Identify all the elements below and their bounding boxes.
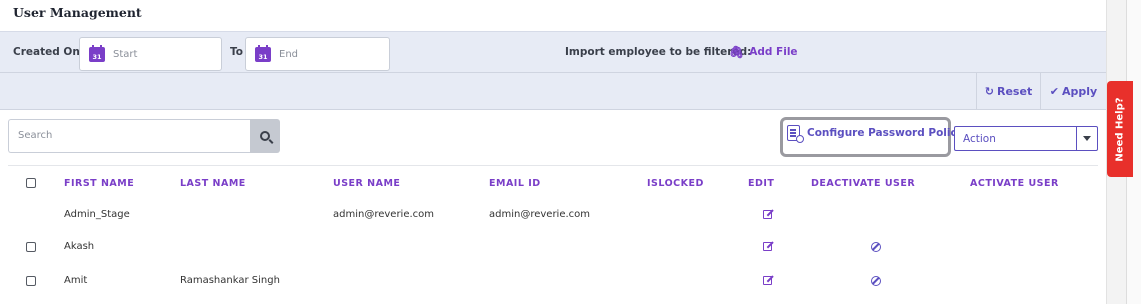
cell-last-name: Ramashankar Singh [180,275,280,286]
filter-divider [0,72,1106,73]
ban-icon[interactable] [871,276,881,286]
import-employee-label: Import employee to be filtered: [565,46,752,58]
header-first-name[interactable]: FIRST NAME [64,178,134,189]
header-activate-user: ACTIVATE USER [970,178,1059,189]
paperclip-icon: 🖇 [729,45,745,59]
end-date-field[interactable]: 31 End [245,37,390,71]
apply-button[interactable]: ✔ Apply [1040,73,1106,110]
document-settings-icon [787,125,804,143]
chevron-down-icon[interactable] [1076,127,1097,150]
search-input[interactable]: Search [8,119,250,153]
add-file-label: Add File [749,46,798,58]
calendar-icon: 31 [89,44,105,62]
action-dropdown-value: Action [963,133,996,145]
user-management-page: User Management Created On: 31 Start To … [0,0,1141,304]
add-file-link[interactable]: 🖇 Add File [729,45,798,59]
refresh-icon: ↻ [984,85,994,98]
row-checkbox[interactable] [26,242,36,252]
reset-label: Reset [997,85,1033,98]
start-date-placeholder: Start [113,48,138,60]
start-date-field[interactable]: 31 Start [79,37,222,71]
header-email-id[interactable]: EMAIL ID [489,178,541,189]
header-islocked[interactable]: ISLOCKED [647,178,704,189]
page-title: User Management [13,5,142,20]
header-user-name[interactable]: USER NAME [333,178,400,189]
search-icon [260,131,270,141]
header-deactivate-user: DEACTIVATE USER [811,178,916,189]
end-date-placeholder: End [279,48,299,60]
edit-icon[interactable] [763,242,772,251]
select-all-checkbox[interactable] [26,178,36,188]
search-button[interactable] [250,119,280,153]
cell-first-name: Amit [64,275,88,286]
cell-first-name: Admin_Stage [64,209,130,220]
configure-password-policy-button[interactable]: Configure Password Policy [787,125,964,143]
edit-icon[interactable] [763,276,772,285]
need-help-tab[interactable]: Need Help? [1107,81,1133,177]
edit-icon[interactable] [763,210,772,219]
calendar-day: 31 [92,52,102,61]
ban-icon[interactable] [871,242,881,252]
header-edit: EDIT [748,178,775,189]
calendar-icon: 31 [255,44,271,62]
check-circle-icon: ✔ [1049,85,1059,98]
to-label: To [230,46,243,58]
action-dropdown[interactable]: Action [954,126,1098,151]
cell-first-name: Akash [64,241,95,252]
row-checkbox[interactable] [26,276,36,286]
reset-button[interactable]: ↻ Reset [976,73,1040,110]
table-top-border [8,165,1098,166]
cell-email: admin@reverie.com [489,209,591,220]
filter-panel: Created On: 31 Start To 31 End Import em… [0,31,1106,110]
apply-label: Apply [1062,85,1098,98]
configure-password-policy-label: Configure Password Policy [807,127,964,139]
created-on-label: Created On: [13,46,85,58]
header-last-name[interactable]: LAST NAME [180,178,246,189]
cell-user-name: admin@reverie.com [333,209,435,220]
calendar-day: 31 [258,52,268,61]
need-help-label: Need Help? [1114,96,1126,162]
